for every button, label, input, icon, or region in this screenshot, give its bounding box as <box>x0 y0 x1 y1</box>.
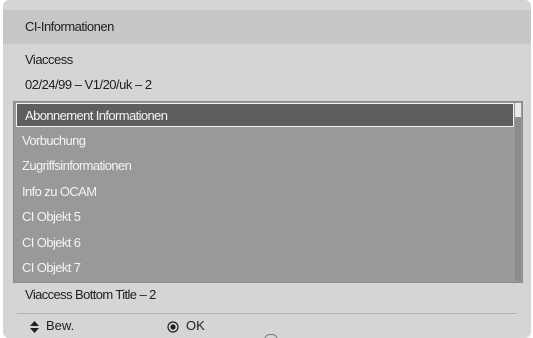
bottom-notch <box>264 334 278 338</box>
bottom-title: Viaccess Bottom Title – 2 <box>25 287 156 302</box>
menu-item-label: CI Objekt 6 <box>22 235 81 250</box>
menu-item-ci-objekt-5[interactable]: CI Objekt 5 <box>14 205 514 229</box>
ok-hint: OK <box>167 316 205 336</box>
menu-item-vorbuchung[interactable]: Vorbuchung <box>14 129 514 153</box>
provider-name: Viaccess <box>25 52 73 67</box>
menu-item-label: Zugriffsinformationen <box>22 158 132 173</box>
ok-button-icon <box>167 320 179 333</box>
menu-list: Abonnement Informationen Vorbuchung Zugr… <box>13 101 523 283</box>
menu-item-label: Abonnement Informationen <box>25 108 168 123</box>
menu-item-abonnement-informationen[interactable]: Abonnement Informationen <box>16 103 514 127</box>
ci-info-dialog: CI-Informationen Viaccess 02/24/99 – V1/… <box>3 0 531 338</box>
menu-item-ci-objekt-7[interactable]: CI Objekt 7 <box>14 256 514 280</box>
list-scrollbar[interactable] <box>515 103 521 281</box>
ok-hint-label: OK <box>186 318 205 333</box>
dialog-title: CI-Informationen <box>25 19 114 34</box>
title-bar: CI-Informationen <box>3 10 531 44</box>
move-hint: Bew. <box>30 316 74 336</box>
menu-item-label: CI Objekt 5 <box>22 209 81 224</box>
updown-arrows-icon <box>30 320 39 333</box>
menu-item-info-zu-ocam[interactable]: Info zu OCAM <box>14 180 514 204</box>
footer-divider <box>17 313 517 314</box>
menu-item-ci-objekt-6[interactable]: CI Objekt 6 <box>14 231 514 255</box>
version-info: 02/24/99 – V1/20/uk – 2 <box>25 77 152 92</box>
menu-item-label: CI Objekt 7 <box>22 260 81 275</box>
menu-item-label: Vorbuchung <box>22 133 86 148</box>
scrollbar-thumb[interactable] <box>515 103 521 117</box>
menu-item-zugriffsinformationen[interactable]: Zugriffsinformationen <box>14 154 514 178</box>
menu-item-label: Info zu OCAM <box>22 184 97 199</box>
move-hint-label: Bew. <box>46 318 75 333</box>
